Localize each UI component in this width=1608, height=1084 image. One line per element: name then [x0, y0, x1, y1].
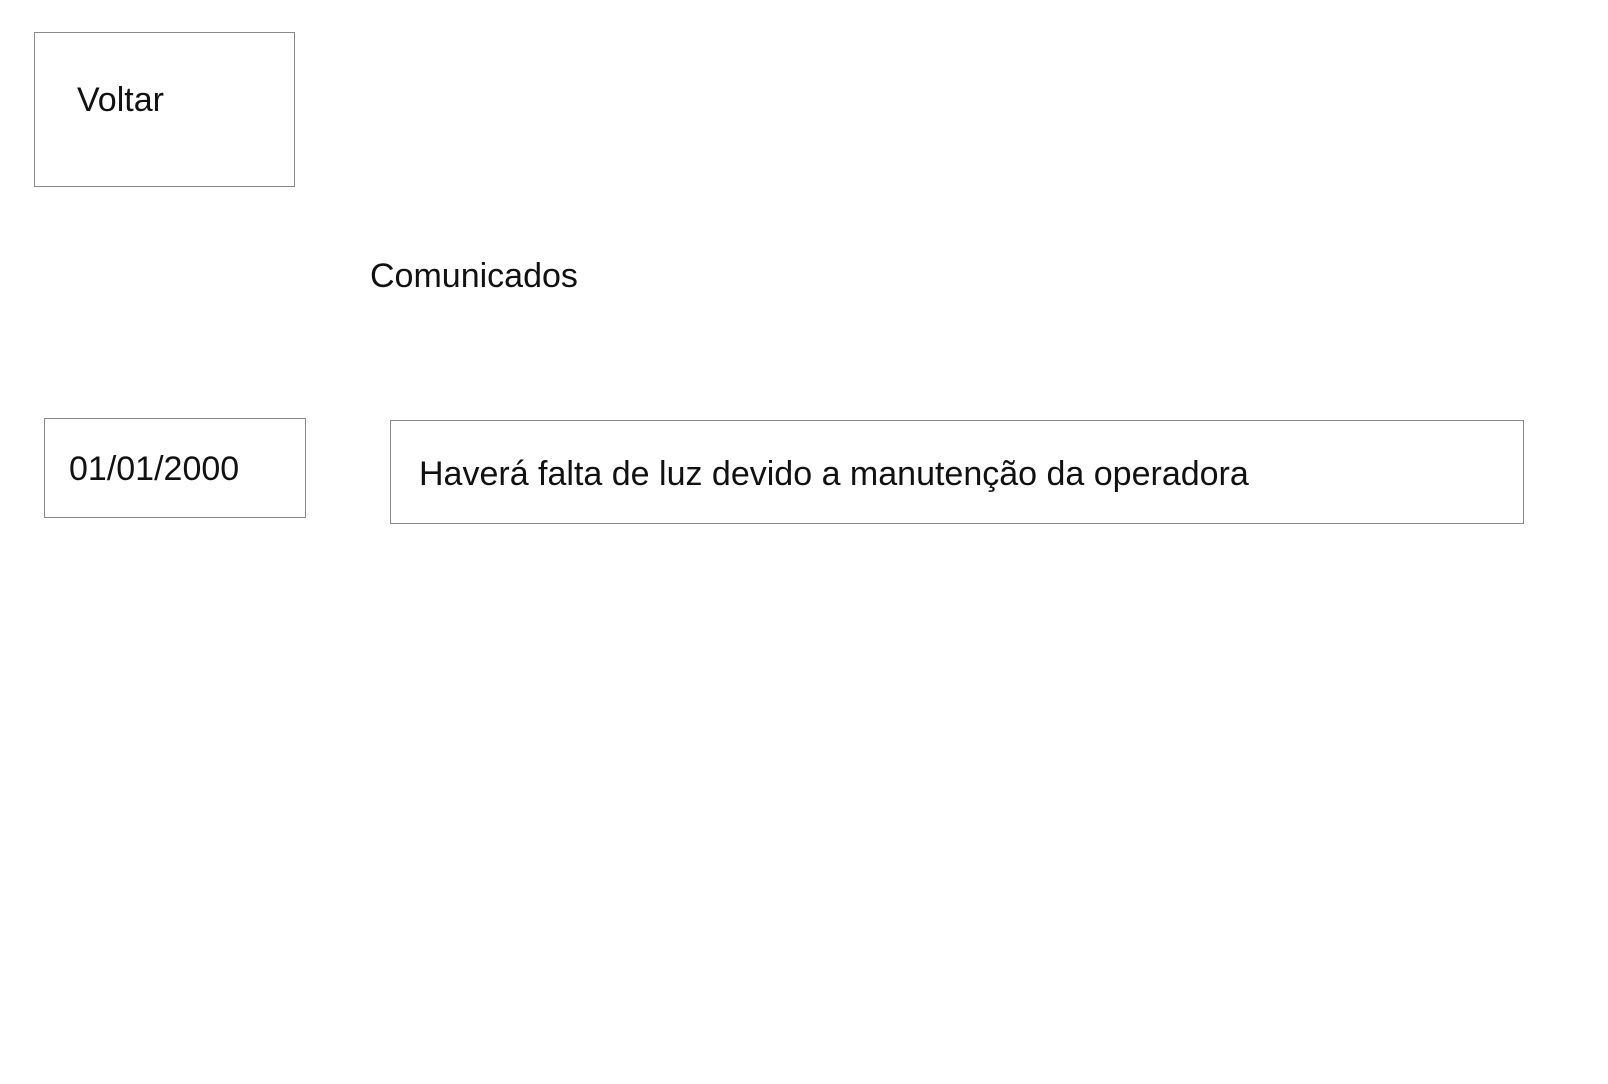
back-button[interactable]: Voltar: [34, 32, 295, 187]
notice-message: Haverá falta de luz devido a manutenção …: [419, 455, 1249, 493]
back-button-label: Voltar: [77, 81, 164, 119]
notice-message-box: Haverá falta de luz devido a manutenção …: [390, 420, 1524, 524]
notice-date-box: 01/01/2000: [44, 418, 306, 518]
notice-date: 01/01/2000: [69, 450, 240, 488]
page-title: Comunicados: [370, 257, 578, 295]
